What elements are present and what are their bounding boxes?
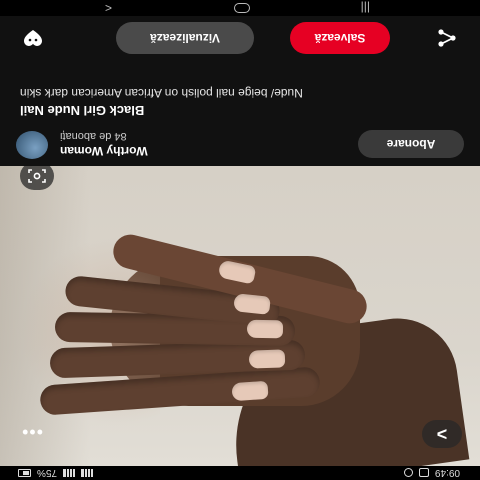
- wifi-icon: [63, 469, 76, 477]
- visit-button[interactable]: Vizualizează: [116, 22, 254, 54]
- pin-image[interactable]: > •••: [0, 166, 480, 466]
- recents-button[interactable]: |||: [361, 1, 370, 15]
- share-icon[interactable]: [436, 28, 458, 48]
- home-button[interactable]: [234, 3, 250, 13]
- signal-icon: [81, 469, 94, 477]
- status-bar: 09:49 75%: [0, 466, 480, 480]
- visual-search-button[interactable]: [20, 166, 54, 190]
- alarm-icon: [403, 468, 413, 478]
- notification-icon: [418, 468, 429, 478]
- nail: [248, 349, 286, 369]
- system-nav-bar: ||| <: [0, 0, 480, 16]
- save-button[interactable]: Salvează: [290, 22, 390, 54]
- follow-button[interactable]: Abonare: [358, 130, 464, 158]
- back-button[interactable]: <: [105, 1, 112, 15]
- pin-title: Black Girl Nude Nail: [20, 103, 145, 118]
- battery-percent: 75%: [37, 467, 58, 479]
- app-screen: 09:49 75% > ••• Worthy Woman 84 de abona…: [0, 0, 480, 480]
- nail: [246, 319, 284, 339]
- visual-search-icon: [28, 169, 46, 183]
- battery-icon: [18, 469, 31, 477]
- more-icon: •••: [21, 422, 43, 443]
- follower-count: 84 de abonați: [60, 130, 127, 142]
- nail: [231, 380, 269, 402]
- creator-row: Worthy Woman 84 de abonați Abonare: [0, 122, 480, 166]
- reaction-icon[interactable]: [22, 28, 44, 48]
- chevron-right-icon: >: [436, 424, 448, 445]
- creator-name[interactable]: Worthy Woman: [60, 144, 148, 158]
- more-options-button[interactable]: •••: [16, 418, 48, 446]
- next-image-button[interactable]: >: [422, 420, 462, 448]
- avatar[interactable]: [16, 131, 48, 159]
- clock: 09:49: [434, 467, 460, 479]
- action-bar: Vizualizează Salvează: [0, 16, 480, 60]
- pin-description: Nude/ beige nail polish on African Ameri…: [20, 86, 303, 100]
